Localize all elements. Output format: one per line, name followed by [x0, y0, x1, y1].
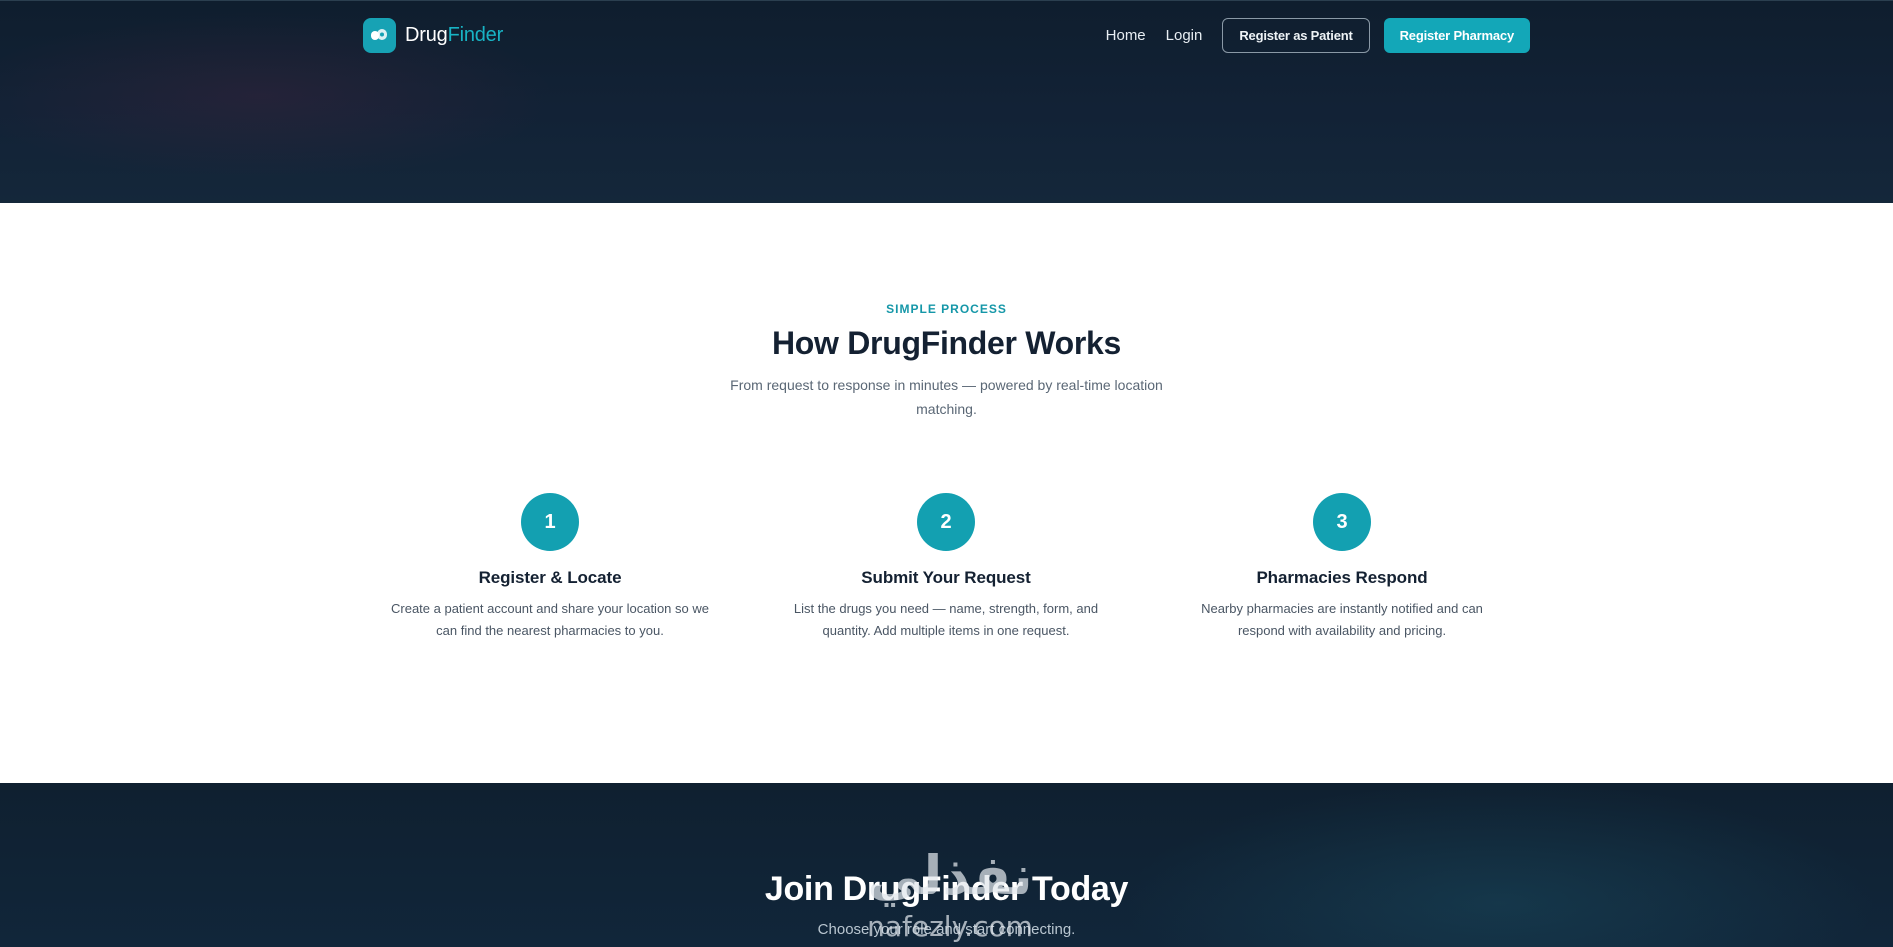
nav-login-link[interactable]: Login [1166, 27, 1203, 44]
register-patient-button[interactable]: Register as Patient [1222, 17, 1370, 53]
join-title: Join DrugFinder Today [764, 870, 1129, 908]
brand-name-part2: Finder [447, 23, 504, 46]
step-number-badge: 3 [1313, 493, 1371, 551]
section-title: How DrugFinder Works [772, 325, 1121, 361]
step-description: Create a patient account and share your … [391, 601, 709, 638]
step-description: Nearby pharmacies are instantly notified… [1201, 601, 1483, 638]
hero-section: DrugFinder Home Login Register as Patien… [0, 0, 1893, 203]
step-title: Submit Your Request [861, 568, 1031, 587]
join-subtitle: Choose your role and start connecting. [817, 921, 1076, 938]
pill-capsule-icon [363, 17, 396, 53]
step-description: List the drugs you need — name, strength… [793, 601, 1099, 638]
section-subtitle: From request to response in minutes — po… [730, 377, 1163, 417]
register-pharmacy-button[interactable]: Register Pharmacy [1383, 17, 1530, 53]
nav-home-link[interactable]: Home [1106, 27, 1146, 44]
page: DrugFinder Home Login Register as Patien… [0, 0, 1893, 947]
step-number-badge: 1 [521, 493, 579, 551]
nav-links: Home Login Register as Patient Register … [1106, 17, 1530, 53]
step-title: Register & Locate [478, 568, 622, 587]
brand-name-part1: Drug [405, 23, 448, 46]
step-card-3: 3 Pharmacies Respond Nearby pharmacies a… [1172, 493, 1512, 642]
step-title: Pharmacies Respond [1256, 568, 1428, 587]
section-eyebrow: SIMPLE PROCESS [886, 302, 1007, 316]
navbar: DrugFinder Home Login Register as Patien… [363, 17, 1530, 53]
step-number-badge: 2 [917, 493, 975, 551]
brand-name: DrugFinder [405, 24, 503, 47]
step-card-1: 1 Register & Locate Create a patient acc… [380, 493, 720, 642]
step-card-2: 2 Submit Your Request List the drugs you… [776, 493, 1116, 642]
brand-logo[interactable]: DrugFinder [363, 17, 503, 53]
